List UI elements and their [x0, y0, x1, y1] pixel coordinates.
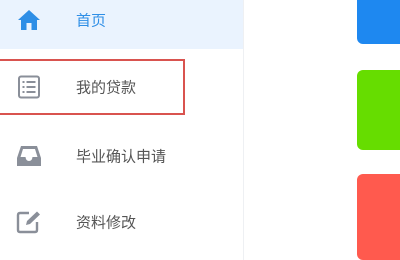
- sidebar-item-label: 我的贷款: [76, 78, 137, 97]
- edit-icon: [16, 211, 40, 234]
- green-tile[interactable]: [357, 70, 400, 150]
- blue-tile[interactable]: [357, 0, 400, 44]
- sidebar-item-label: 资料修改: [76, 213, 137, 232]
- sidebar-item-home[interactable]: 首页: [0, 0, 243, 49]
- sidebar-item-profile-edit[interactable]: 资料修改: [0, 193, 243, 251]
- sidebar-item-graduation-confirmation[interactable]: 毕业确认申请: [0, 127, 243, 185]
- list-document-icon: [18, 75, 40, 99]
- red-tile[interactable]: [357, 174, 400, 260]
- sidebar-item-my-loans[interactable]: 我的贷款: [0, 58, 243, 116]
- panel-divider: [243, 0, 244, 260]
- sidebar-item-label: 毕业确认申请: [76, 147, 167, 166]
- inbox-tray-icon: [17, 146, 41, 166]
- home-icon: [18, 10, 40, 30]
- sidebar-item-label: 首页: [76, 11, 107, 30]
- sidebar: 首页 我的贷款 毕业确认申请 资料修改: [0, 0, 243, 260]
